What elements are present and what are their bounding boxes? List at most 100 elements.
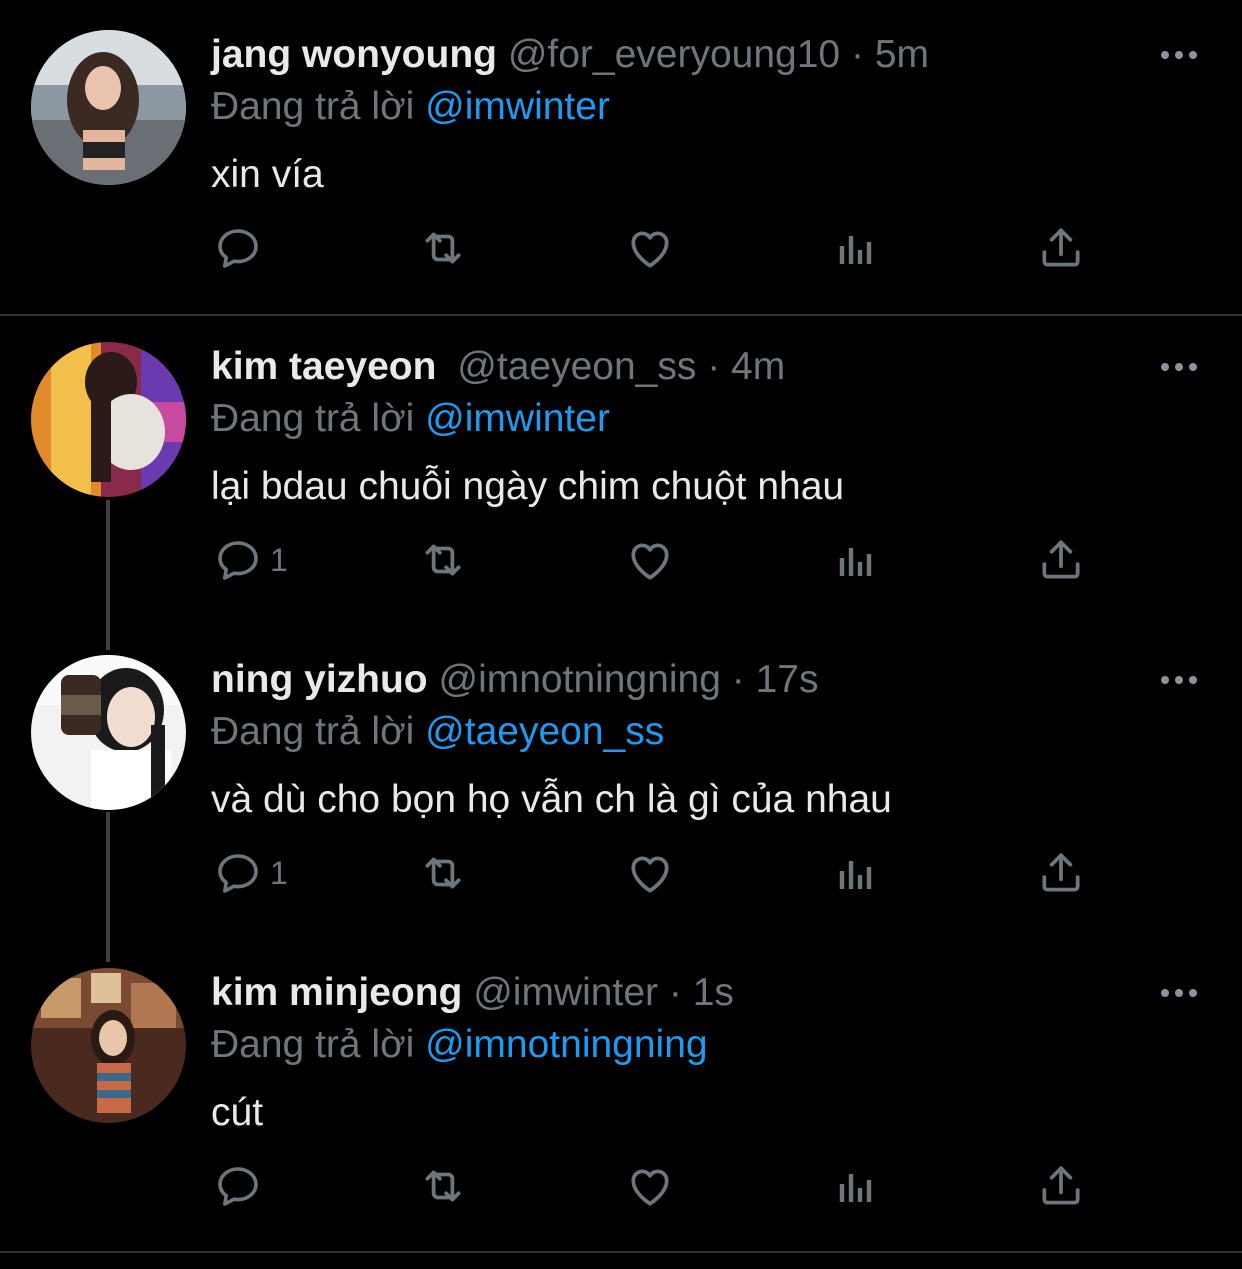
like-icon — [625, 848, 675, 898]
tweet[interactable]: kim minjeong @imwinter · 1s Đang trả lời… — [0, 968, 1242, 1218]
share-icon — [1036, 223, 1086, 273]
retweet-icon — [418, 223, 468, 273]
tweet[interactable]: ning yizhuo @imnotningning · 17s Đang tr… — [0, 655, 1242, 905]
more-options-icon[interactable] — [1158, 978, 1200, 1008]
tweet-text: cút — [211, 1091, 264, 1134]
retweet-icon — [418, 1161, 468, 1211]
share-icon — [1036, 535, 1086, 585]
separator: · — [707, 345, 721, 388]
replying-prefix: Đang trả lời — [211, 85, 415, 128]
like-icon — [625, 1161, 675, 1211]
replying-prefix: Đang trả lời — [211, 397, 415, 440]
analytics-button[interactable] — [832, 1156, 880, 1216]
like-icon — [625, 535, 675, 585]
reply-count: 1 — [270, 854, 288, 891]
like-icon — [625, 223, 675, 273]
analytics-button[interactable] — [832, 218, 880, 278]
replying-prefix: Đang trả lời — [211, 1023, 415, 1066]
timestamp[interactable]: 4m — [731, 345, 785, 388]
replying-to: Đang trả lời @imwinter — [211, 82, 610, 132]
retweet-button[interactable] — [418, 843, 468, 903]
avatar[interactable] — [31, 655, 186, 810]
analytics-icon — [832, 1162, 880, 1210]
tweet-actions — [0, 1156, 1242, 1216]
reply-icon — [214, 224, 262, 272]
share-button[interactable] — [1036, 218, 1086, 278]
analytics-icon — [832, 849, 880, 897]
tweet-text: xin vía — [211, 153, 324, 196]
reply-icon — [214, 1162, 262, 1210]
display-name[interactable]: jang wonyoung — [211, 33, 497, 76]
retweet-icon — [418, 535, 468, 585]
analytics-button[interactable] — [832, 530, 880, 590]
retweet-icon — [418, 848, 468, 898]
user-handle[interactable]: @imwinter — [473, 971, 658, 1014]
replying-to: Đang trả lời @taeyeon_ss — [211, 707, 664, 757]
reply-count: 1 — [270, 541, 288, 578]
share-button[interactable] — [1036, 1156, 1086, 1216]
more-options-icon[interactable] — [1158, 40, 1200, 70]
reply-button[interactable]: 1 — [214, 530, 288, 590]
avatar[interactable] — [31, 342, 186, 497]
retweet-button[interactable] — [418, 218, 468, 278]
retweet-button[interactable] — [418, 530, 468, 590]
display-name[interactable]: kim minjeong — [211, 971, 462, 1014]
mention-link[interactable]: @imwinter — [425, 85, 610, 128]
like-button[interactable] — [625, 1156, 675, 1216]
reply-icon — [214, 849, 262, 897]
like-button[interactable] — [625, 218, 675, 278]
profile-photo-icon — [31, 342, 186, 497]
analytics-button[interactable] — [832, 843, 880, 903]
separator: · — [668, 971, 682, 1014]
profile-photo-icon — [31, 968, 186, 1123]
divider — [0, 314, 1242, 316]
share-button[interactable] — [1036, 843, 1086, 903]
display-name[interactable]: kim taeyeon — [211, 345, 436, 388]
profile-photo-icon — [31, 30, 186, 185]
separator: · — [850, 33, 864, 76]
timestamp[interactable]: 17s — [756, 658, 819, 701]
separator: · — [731, 658, 745, 701]
mention-link[interactable]: @imwinter — [425, 397, 610, 440]
avatar[interactable] — [31, 30, 186, 185]
share-button[interactable] — [1036, 530, 1086, 590]
analytics-icon — [832, 224, 880, 272]
replying-to: Đang trả lời @imwinter — [211, 394, 610, 444]
reply-button[interactable] — [214, 218, 270, 278]
tweet-text: và dù cho bọn họ vẫn ch là gì của nhau — [211, 778, 892, 821]
mention-link[interactable]: @imnotningning — [425, 1023, 707, 1066]
like-button[interactable] — [625, 530, 675, 590]
display-name[interactable]: ning yizhuo — [211, 658, 428, 701]
mention-link[interactable]: @taeyeon_ss — [425, 710, 664, 753]
user-handle[interactable]: @taeyeon_ss — [457, 345, 696, 388]
tweet-header: kim minjeong @imwinter · 1s — [211, 968, 734, 1018]
user-handle[interactable]: @imnotningning — [438, 658, 720, 701]
replying-prefix: Đang trả lời — [211, 710, 415, 753]
more-options-icon[interactable] — [1158, 665, 1200, 695]
tweet-actions: 1 — [0, 530, 1242, 590]
timestamp[interactable]: 5m — [875, 33, 929, 76]
like-button[interactable] — [625, 843, 675, 903]
user-handle[interactable]: @for_everyoung10 — [508, 33, 840, 76]
tweet-text: lại bdau chuỗi ngày chim chuột nhau — [211, 465, 845, 508]
analytics-icon — [832, 536, 880, 584]
reply-button[interactable] — [214, 1156, 270, 1216]
profile-photo-icon — [31, 655, 186, 810]
retweet-button[interactable] — [418, 1156, 468, 1216]
replying-to: Đang trả lời @imnotningning — [211, 1020, 708, 1070]
tweet-header: ning yizhuo @imnotningning · 17s — [211, 655, 819, 705]
timestamp[interactable]: 1s — [693, 971, 734, 1014]
share-icon — [1036, 1161, 1086, 1211]
tweet-actions — [0, 218, 1242, 278]
tweet-header: jang wonyoung @for_everyoung10 · 5m — [211, 30, 929, 80]
reply-button[interactable]: 1 — [214, 843, 288, 903]
tweet[interactable]: kim taeyeon @taeyeon_ss · 4m Đang trả lờ… — [0, 342, 1242, 592]
share-icon — [1036, 848, 1086, 898]
reply-icon — [214, 536, 262, 584]
tweet-actions: 1 — [0, 843, 1242, 903]
more-options-icon[interactable] — [1158, 352, 1200, 382]
avatar[interactable] — [31, 968, 186, 1123]
tweet-header: kim taeyeon @taeyeon_ss · 4m — [211, 342, 785, 392]
tweet[interactable]: jang wonyoung @for_everyoung10 · 5m Đang… — [0, 30, 1242, 280]
divider — [0, 1251, 1242, 1253]
